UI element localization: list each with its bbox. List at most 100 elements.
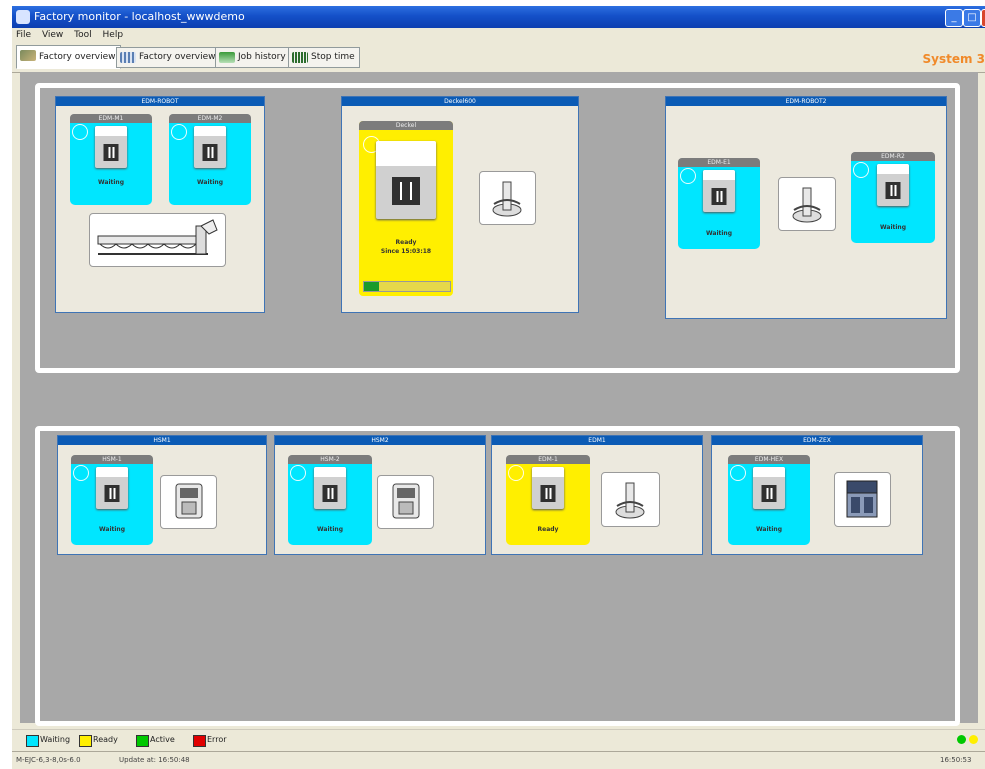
machine-status: Ready — [395, 239, 417, 246]
status-indicator — [171, 124, 187, 140]
history-icon — [219, 52, 235, 63]
legend-label: Error — [207, 735, 227, 744]
machine-icon — [376, 141, 436, 219]
menu-help[interactable]: Help — [99, 28, 128, 42]
machine-card-hsm-2[interactable]: HSM-2 Waiting — [288, 455, 372, 545]
machine-icon — [194, 126, 226, 168]
machine-card-edm-e1[interactable]: EDM-E1 Waiting — [678, 158, 760, 249]
legend-swatch — [193, 735, 206, 747]
machine-icon — [753, 467, 785, 509]
bar-chart-icon — [292, 52, 308, 63]
status-left: M-EJC-6,3-8,0s-6.0 — [16, 756, 81, 764]
menu-tool[interactable]: Tool — [70, 28, 95, 42]
tab-job-history[interactable]: Job history — [215, 47, 291, 68]
machine-card-deckel[interactable]: Deckel Ready Since 15:03:18 — [359, 121, 453, 296]
machine-status: Waiting — [755, 526, 782, 533]
grid-icon — [120, 52, 136, 63]
machine-status: Waiting — [316, 526, 343, 533]
group-edm1[interactable]: EDM1 EDM-1 Ready — [491, 435, 703, 555]
legend-swatch — [136, 735, 149, 747]
menu-bar: File View Tool Help — [12, 28, 985, 42]
group-hsm1[interactable]: HSM1 HSM-1 Waiting — [57, 435, 267, 555]
machine-name: EDM-M2 — [169, 114, 251, 123]
close-button[interactable]: × — [981, 9, 985, 27]
app-window: Factory monitor - localhost_wwwdemo _ □ … — [12, 6, 985, 769]
machine-card-edm-1[interactable]: EDM-1 Ready — [506, 455, 590, 545]
group-edm-robot[interactable]: EDM-ROBOT EDM-M1 Waiting EDM-M2 Waiting — [55, 96, 265, 313]
machine-name: EDM-R2 — [851, 152, 935, 161]
update-time: Update at: 16:50:48 — [119, 756, 190, 764]
progress-bar-fill — [364, 282, 380, 291]
machine-status: Waiting — [97, 179, 124, 186]
group-title: Deckel600 — [342, 97, 578, 106]
machine-card-hsm-1[interactable]: HSM-1 Waiting — [71, 455, 153, 545]
legend-label: Waiting — [40, 735, 71, 744]
machine-status: Ready — [537, 526, 559, 533]
maximize-button[interactable]: □ — [963, 9, 981, 27]
machine-icon — [96, 467, 128, 509]
legend-bar: Waiting Ready Active Error — [12, 729, 985, 748]
status-indicator — [680, 168, 696, 184]
legend-swatch — [26, 735, 39, 747]
machine-icon — [703, 170, 735, 212]
status-indicator — [730, 465, 746, 481]
tab-factory-overview[interactable]: Factory overview — [16, 45, 121, 69]
status-indicator — [72, 124, 88, 140]
menu-view[interactable]: View — [38, 28, 67, 42]
status-indicator — [853, 162, 869, 178]
tab-label: Factory overview — [39, 52, 116, 62]
group-edm-zex[interactable]: EDM-ZEX EDM-HEX Waiting — [711, 435, 923, 555]
yellow-led-icon — [969, 735, 978, 744]
group-title: HSM1 — [58, 436, 266, 445]
machine-status: Waiting — [196, 179, 223, 186]
machine-card-edm-m2[interactable]: EDM-M2 Waiting — [169, 114, 251, 205]
tab-label: Factory overview — [139, 52, 216, 62]
machine-card-edm-r2[interactable]: EDM-R2 Waiting — [851, 152, 935, 243]
machine-name: HSM-2 — [288, 455, 372, 464]
group-title: HSM2 — [275, 436, 485, 445]
milling-machine-image — [377, 475, 434, 529]
minimize-button[interactable]: _ — [945, 9, 963, 27]
machine-name: EDM-1 — [506, 455, 590, 464]
group-title: EDM-ROBOT2 — [666, 97, 946, 106]
machine-card-edm-hex[interactable]: EDM-HEX Waiting — [728, 455, 810, 545]
status-indicator — [508, 465, 524, 481]
tab-label: Stop time — [311, 52, 355, 62]
progress-bar — [363, 281, 451, 292]
machine-status: Waiting — [879, 224, 906, 231]
tab-label: Job history — [238, 52, 286, 62]
tab-stop-time[interactable]: Stop time — [288, 47, 360, 68]
group-title: EDM1 — [492, 436, 702, 445]
group-edm-robot2[interactable]: EDM-ROBOT2 EDM-E1 Waiting EDM-R2 Waiting — [665, 96, 947, 319]
app-icon — [16, 10, 30, 24]
robot-conveyor-image — [89, 213, 226, 267]
tab-bar: Factory overview Factory overview Job hi… — [12, 42, 985, 73]
ready-since-time: Since 15:03:18 — [380, 248, 432, 255]
group-title: EDM-ZEX — [712, 436, 922, 445]
tab-factory-overview-2[interactable]: Factory overview — [116, 47, 221, 68]
machine-name: HSM-1 — [71, 455, 153, 464]
window-title: Factory monitor - localhost_wwwdemo — [34, 10, 245, 23]
group-hsm2[interactable]: HSM2 HSM-2 Waiting — [274, 435, 486, 555]
robot-arm-image — [479, 171, 536, 225]
green-led-icon — [957, 735, 966, 744]
legend-swatch — [79, 735, 92, 747]
group-deckel600[interactable]: Deckel600 Deckel Ready Since 15:03:18 — [341, 96, 579, 313]
machine-name: Deckel — [359, 121, 453, 130]
machine-name: EDM-M1 — [70, 114, 152, 123]
machine-card-edm-m1[interactable]: EDM-M1 Waiting — [70, 114, 152, 205]
machine-name: EDM-HEX — [728, 455, 810, 464]
machine-icon — [95, 126, 127, 168]
machine-icon — [877, 164, 909, 206]
group-title: EDM-ROBOT — [56, 97, 264, 106]
status-indicator — [73, 465, 89, 481]
title-bar[interactable]: Factory monitor - localhost_wwwdemo _ □ … — [12, 6, 985, 28]
machine-icon — [314, 467, 346, 509]
legend-label: Ready — [93, 735, 118, 744]
clock: 16:50:53 — [940, 756, 972, 764]
machine-status: Waiting — [705, 230, 732, 237]
robot-arm-image — [778, 177, 836, 231]
legend-label: Active — [150, 735, 175, 744]
menu-file[interactable]: File — [12, 28, 35, 42]
milling-machine-image — [160, 475, 217, 529]
